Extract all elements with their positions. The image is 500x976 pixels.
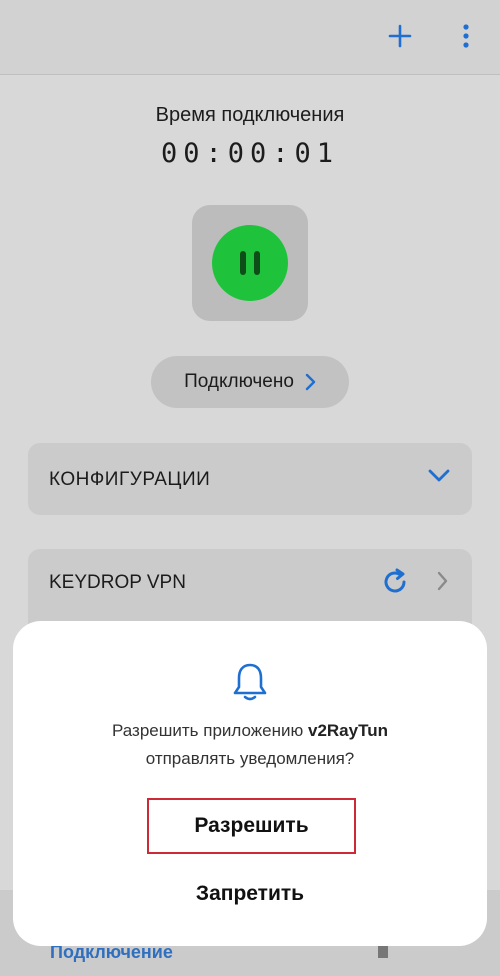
dialog-message: Разрешить приложению v2RayTun отправлять… (13, 717, 487, 773)
notification-permission-dialog: Разрешить приложению v2RayTun отправлять… (13, 621, 487, 946)
bell-icon (233, 663, 267, 701)
plus-icon (388, 24, 412, 48)
pause-icon (240, 251, 260, 275)
chevron-down-icon (428, 469, 450, 482)
add-button[interactable] (382, 18, 418, 54)
chevron-right-icon[interactable] (436, 571, 448, 591)
deny-button[interactable]: Запретить (100, 871, 400, 917)
pause-button[interactable] (212, 225, 288, 301)
refresh-icon[interactable] (380, 567, 410, 597)
power-tile (192, 205, 308, 321)
dialog-message-suffix: отправлять уведомления? (145, 749, 355, 768)
dialog-message-prefix: Разрешить приложению (112, 721, 308, 740)
allow-button[interactable]: Разрешить (147, 798, 356, 854)
connection-time-label: Время подключения (155, 104, 345, 126)
configs-title: КОНФИГУРАЦИИ (49, 469, 211, 490)
dialog-app-name: v2RayTun (307, 721, 388, 740)
status-label: Подключено (184, 371, 294, 392)
more-options-button[interactable] (448, 18, 484, 54)
chevron-right-icon (305, 373, 316, 391)
app-header (0, 0, 500, 75)
server-name: KEYDROP VPN (49, 572, 186, 593)
more-vert-icon (463, 24, 469, 48)
tab-indicator (378, 946, 388, 958)
connection-timer: 00:00:01 (160, 138, 340, 169)
configs-dropdown[interactable]: КОНФИГУРАЦИИ (28, 443, 472, 515)
status-button[interactable]: Подключено (151, 356, 349, 408)
